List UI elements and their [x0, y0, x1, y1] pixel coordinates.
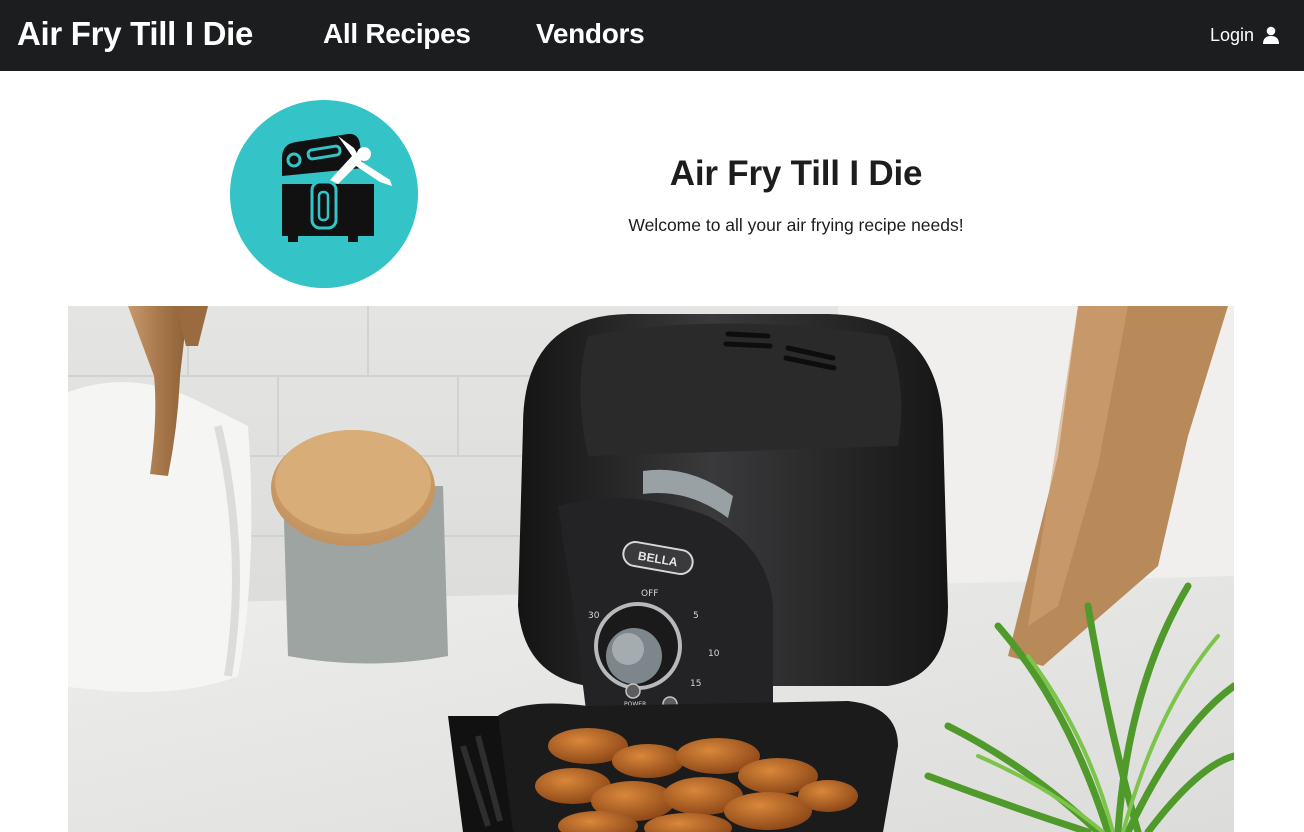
- user-icon: [1262, 26, 1280, 44]
- svg-text:5: 5: [693, 611, 699, 621]
- hero-image: BELLA OFF 5 10 15 30 POWER HEAT ON: [68, 306, 1234, 832]
- svg-text:10: 10: [708, 649, 720, 659]
- svg-text:30: 30: [588, 611, 600, 621]
- air-fryer-logo-icon: [282, 133, 392, 242]
- page-tagline: Welcome to all your air frying recipe ne…: [628, 215, 964, 235]
- site-logo: [230, 100, 418, 288]
- login-label: Login: [1209, 25, 1254, 45]
- nav-link-vendors[interactable]: Vendors: [536, 14, 645, 54]
- svg-text:OFF: OFF: [641, 589, 658, 599]
- svg-text:15: 15: [690, 679, 701, 689]
- login-link[interactable]: Login: [1210, 21, 1280, 49]
- page-title: Air Fry Till I Die: [669, 154, 923, 193]
- brand-link[interactable]: Air Fry Till I Die: [17, 12, 253, 56]
- top-navbar: Air Fry Till I Die All Recipes Vendors L…: [0, 0, 1304, 71]
- nav-link-all-recipes[interactable]: All Recipes: [323, 14, 471, 54]
- air-fryer-photo: BELLA OFF 5 10 15 30 POWER HEAT ON: [68, 306, 1234, 832]
